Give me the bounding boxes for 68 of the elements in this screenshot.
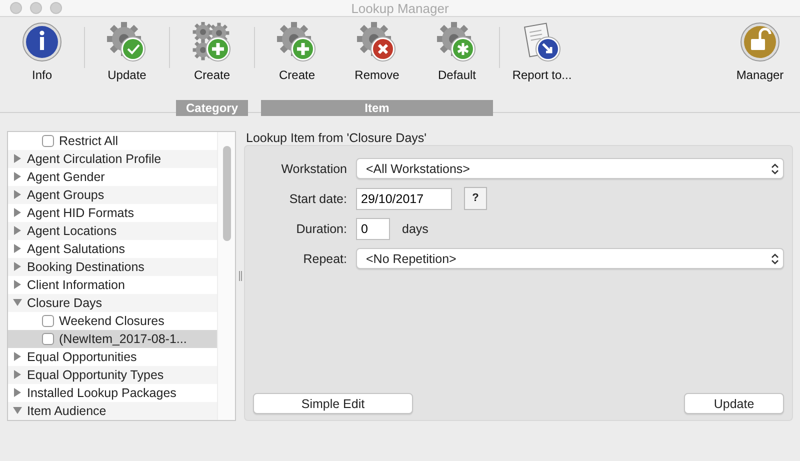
tree-row[interactable]: Booking Destinations	[8, 258, 217, 276]
tree-row[interactable]: Agent Groups	[8, 186, 217, 204]
tree-item-label: Equal Opportunity Types	[27, 368, 164, 382]
toolbar-button[interactable]: Manager	[720, 17, 800, 100]
gear-asterisk-icon	[437, 22, 477, 62]
tree-row[interactable]: Equal Opportunity Types	[8, 366, 217, 384]
tree-item-label: Equal Opportunities	[27, 350, 137, 364]
field-label: Duration:	[295, 222, 347, 236]
toolbar-button[interactable]: Report to...	[502, 17, 582, 100]
tree-item-label: Agent Circulation Profile	[27, 152, 162, 166]
stepper-icon	[771, 252, 779, 264]
tree-item-label: Weekend Closures	[59, 314, 164, 328]
stepper-icon	[771, 162, 779, 174]
help-button[interactable]: ?	[464, 187, 487, 210]
push-button[interactable]: Simple Edit	[253, 393, 413, 414]
tree-item-label: Item Audience	[27, 404, 106, 418]
tree-row[interactable]: Agent Locations	[8, 222, 217, 240]
tree-item-label: Agent Groups	[27, 188, 104, 202]
group-label: Category	[176, 100, 248, 116]
toolbar-button[interactable]: Update	[87, 17, 167, 100]
tree-item-label: Restrict All	[59, 134, 118, 148]
padlock-icon	[740, 22, 780, 62]
document-arrow-icon	[522, 22, 562, 62]
window-title: Lookup Manager	[351, 0, 449, 16]
duration-field[interactable]: 0	[356, 218, 390, 240]
tree-item-label: Client Information	[27, 278, 125, 292]
tree-item-label: Agent Locations	[27, 224, 117, 238]
field-label: Repeat:	[302, 252, 347, 266]
panel-title: Lookup Item from 'Closure Days'	[245, 131, 428, 145]
close-window-button[interactable]	[10, 2, 22, 14]
scrollbar-thumb[interactable]	[223, 146, 231, 241]
tree-item-label: Agent Salutations	[27, 242, 125, 256]
push-button[interactable]: Update	[684, 393, 784, 414]
tree-row[interactable]: (NewItem_2017-08-1...	[8, 330, 217, 348]
tree-item-label: Agent HID Formats	[27, 206, 134, 220]
tree-item-label: Closure Days	[27, 296, 102, 310]
field-label: Start date:	[288, 192, 347, 206]
tree-row[interactable]: Item Audience	[8, 402, 217, 420]
checkbox[interactable]	[42, 315, 54, 327]
tree-item-label: Agent Gender	[27, 170, 105, 184]
toolbar-button[interactable]: Default	[417, 17, 497, 100]
tree-item-label: Booking Destinations	[27, 260, 144, 274]
tree-item-label: (NewItem_2017-08-1...	[59, 332, 187, 346]
toolbar-button[interactable]: Info	[2, 17, 82, 100]
zoom-window-button[interactable]	[50, 2, 62, 14]
minimize-window-button[interactable]	[30, 2, 42, 14]
gear-plus-icon	[277, 22, 317, 62]
tree-item-label: Installed Lookup Packages	[27, 386, 176, 400]
info-icon	[22, 22, 62, 62]
date-field[interactable]: 29/10/2017	[356, 188, 452, 210]
checkbox[interactable]	[42, 333, 54, 345]
splitter-handle[interactable]	[238, 271, 242, 281]
gears-plus-icon	[192, 22, 232, 62]
workstation-select[interactable]: <All Workstations>	[356, 158, 784, 179]
toolbar-button[interactable]: Create	[257, 17, 337, 100]
unit-label: days	[402, 222, 428, 236]
gear-check-icon	[107, 22, 147, 62]
field-label: Workstation	[280, 162, 347, 176]
toolbar-button[interactable]: Remove	[337, 17, 417, 100]
expanded-triangle-icon[interactable]	[13, 406, 22, 415]
tree-row[interactable]: Agent Circulation Profile	[8, 150, 217, 168]
expanded-triangle-icon[interactable]	[13, 298, 22, 307]
gear-x-icon	[357, 22, 397, 62]
group-label: Item	[261, 100, 493, 116]
toolbar-button[interactable]: Create	[172, 17, 252, 100]
checkbox[interactable]	[42, 135, 54, 147]
repeat-select[interactable]: <No Repetition>	[356, 248, 784, 269]
tree-row[interactable]: Closure Days	[8, 294, 217, 312]
